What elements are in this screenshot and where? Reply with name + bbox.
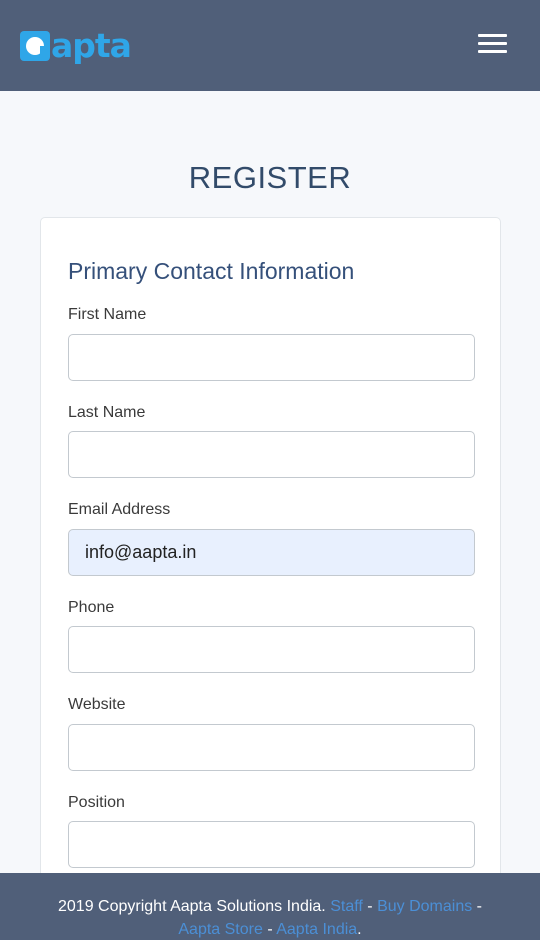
registration-card: Primary Contact Information First Name L… [40, 217, 501, 897]
copyright-text: 2019 Copyright Aapta Solutions India. [58, 898, 326, 915]
position-input[interactable] [68, 821, 475, 868]
phone-input[interactable] [68, 626, 475, 673]
first-name-label: First Name [68, 306, 147, 323]
section-title: Primary Contact Information [68, 258, 355, 284]
aapta-store-link[interactable]: Aapta Store [178, 921, 263, 938]
footer-end: . [357, 921, 362, 938]
top-navbar: apta [0, 0, 540, 91]
website-label: Website [68, 696, 126, 713]
first-name-input[interactable] [68, 334, 475, 381]
last-name-label: Last Name [68, 404, 146, 421]
website-input[interactable] [68, 724, 475, 771]
footer-separator: - [267, 921, 273, 938]
buy-domains-link[interactable]: Buy Domains [377, 898, 472, 915]
logo-text: apta [51, 26, 132, 65]
hamburger-menu-icon[interactable] [476, 32, 510, 56]
phone-label: Phone [68, 599, 115, 616]
footer-separator: - [367, 898, 373, 915]
last-name-input[interactable] [68, 431, 475, 478]
aapta-india-link[interactable]: Aapta India [276, 921, 357, 938]
staff-link[interactable]: Staff [330, 898, 363, 915]
logo-mark-icon [20, 31, 50, 61]
footer-separator: - [476, 898, 482, 915]
aapta-logo[interactable]: apta [20, 26, 132, 66]
position-label: Position [68, 794, 125, 811]
email-input[interactable]: info@aapta.in [68, 529, 475, 576]
footer: 2019 Copyright Aapta Solutions India. St… [0, 873, 540, 940]
email-label: Email Address [68, 501, 171, 518]
page-title: REGISTER [188, 160, 352, 195]
